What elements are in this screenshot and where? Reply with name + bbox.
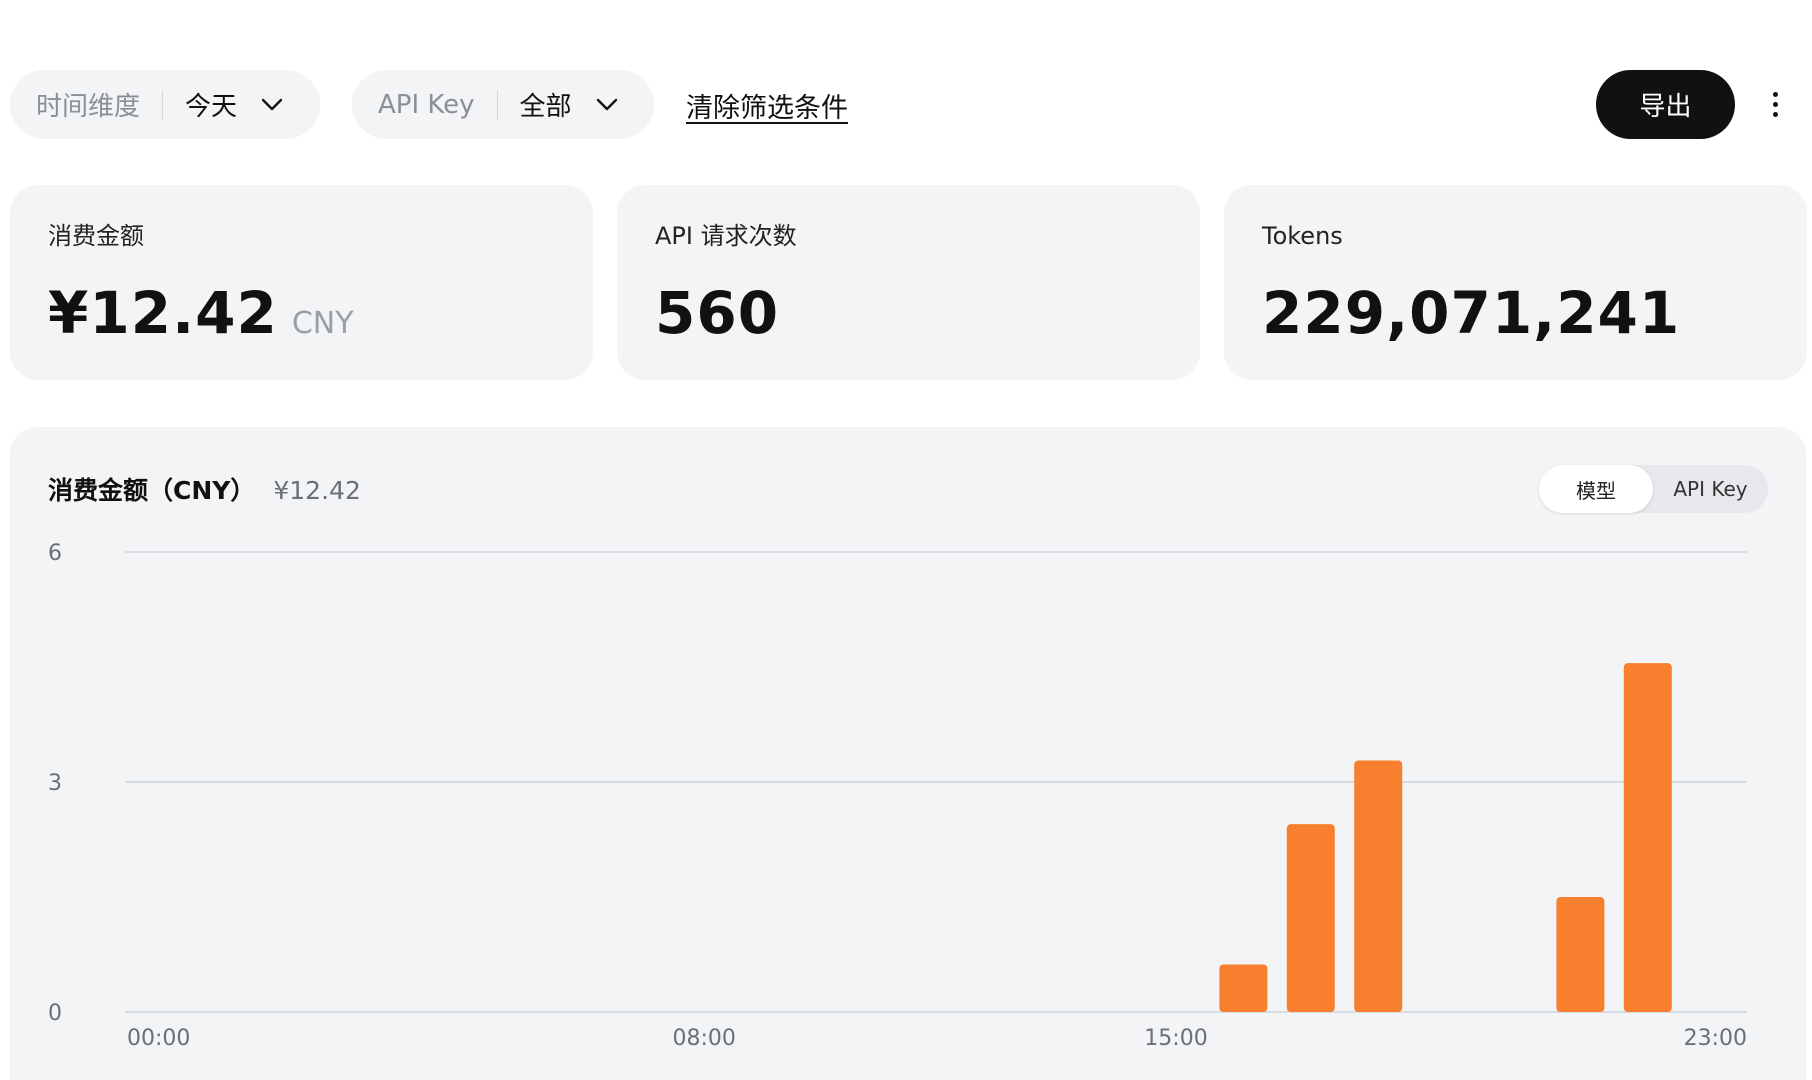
y-tick-label: 6 [48, 541, 62, 566]
clear-filters-link[interactable]: 清除筛选条件 [686, 86, 848, 125]
filter-divider [496, 89, 498, 120]
time-dimension-label: 时间维度 [36, 92, 141, 122]
chevron-down-icon [594, 92, 620, 118]
chart-bar [1354, 760, 1403, 1012]
stat-unit: CNY [291, 306, 354, 341]
stat-value: ¥12.42 [48, 279, 278, 347]
stat-title: API 请求次数 [655, 222, 797, 250]
y-tick-label: 3 [48, 771, 62, 796]
api-key-filter[interactable]: API Key 全部 [352, 70, 654, 139]
stat-title: Tokens [1262, 222, 1343, 250]
api-key-filter-label: API Key [378, 89, 475, 120]
more-options-icon[interactable] [1762, 84, 1788, 124]
stat-value: 229,071,241 [1262, 279, 1681, 347]
stat-title: 消费金额 [48, 222, 144, 250]
chart-bar [1623, 663, 1672, 1012]
chart-bar [1219, 964, 1268, 1012]
x-tick-label: 08:00 [672, 1026, 735, 1051]
filter-divider [162, 89, 164, 120]
stat-card-requests: API 请求次数 560 [617, 185, 1200, 380]
stat-card-amount: 消费金额 ¥12.42 CNY [10, 185, 593, 380]
chart-bar [1286, 824, 1335, 1012]
x-tick-label: 23:00 [1684, 1026, 1747, 1051]
spend-chart-panel: 消费金额（CNY） ¥12.42 模型 API Key 0 3 6 00:00 08:0… [10, 427, 1806, 1080]
api-key-filter-value: 全部 [519, 92, 572, 122]
export-button[interactable]: 导出 [1596, 70, 1735, 139]
y-tick-label: 0 [48, 1001, 62, 1026]
time-dimension-value: 今天 [185, 92, 238, 122]
spend-bar-chart: 0 3 6 00:00 08:00 15:00 23:00 [48, 541, 1747, 1051]
stat-card-tokens: Tokens 229,071,241 [1224, 185, 1807, 380]
x-tick-label: 15:00 [1144, 1026, 1207, 1051]
x-tick-label: 00:00 [127, 1026, 190, 1051]
chart-bar [1556, 897, 1605, 1012]
stat-value: 560 [655, 279, 780, 347]
time-dimension-filter[interactable]: 时间维度 今天 [10, 70, 320, 139]
chevron-down-icon [259, 92, 285, 118]
